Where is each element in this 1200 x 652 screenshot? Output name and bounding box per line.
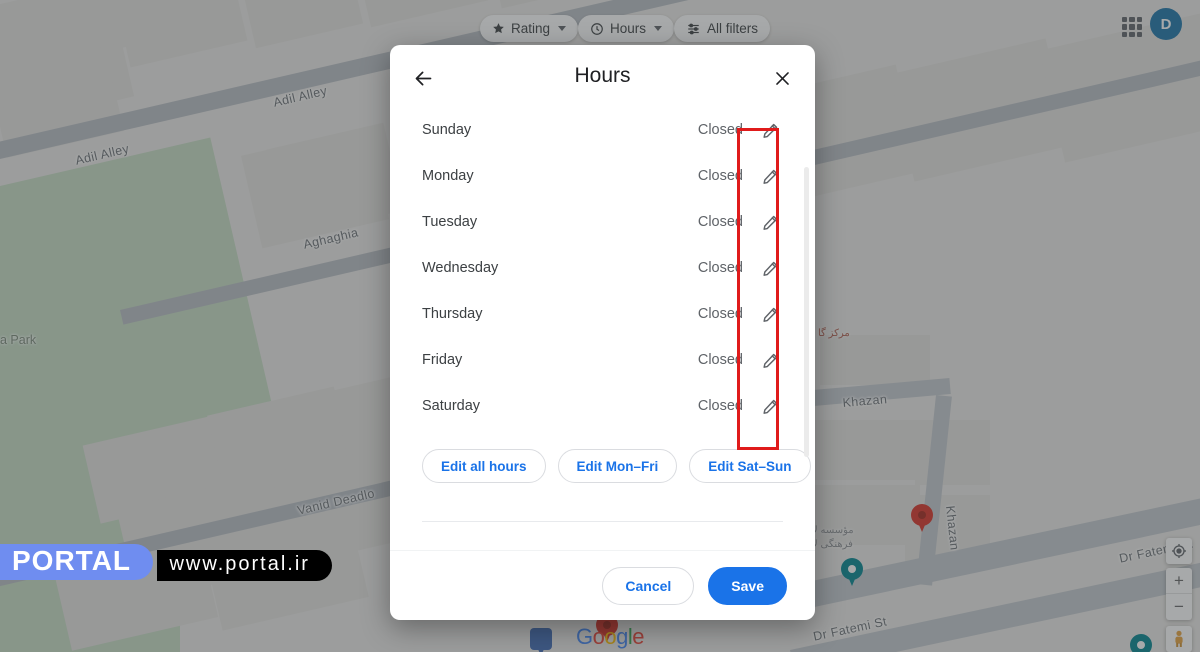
dialog-footer: Cancel Save (390, 550, 815, 620)
dialog-title: Hours (574, 64, 631, 87)
edit-hours-button[interactable] (757, 209, 783, 235)
day-status-label: Closed (697, 352, 743, 368)
hours-day-row: Saturday Closed (422, 383, 783, 429)
divider (422, 521, 783, 522)
day-name-label: Saturday (422, 398, 481, 414)
day-status-label: Closed (697, 214, 743, 230)
watermark-brand: PORTAL (0, 544, 154, 580)
pencil-icon (762, 399, 777, 414)
edit-hours-button[interactable] (757, 393, 783, 419)
close-icon (775, 71, 789, 85)
edit-hours-button[interactable] (757, 301, 783, 327)
quick-edit-buttons: Edit all hours Edit Mon–Fri Edit Sat–Sun (390, 429, 815, 483)
day-status-label: Closed (697, 398, 743, 414)
dialog-header: Hours (390, 45, 815, 107)
day-name-label: Tuesday (422, 214, 478, 230)
day-status-label: Closed (697, 168, 743, 184)
dialog-body[interactable]: Sunday Closed Monday Closed Tuesday Closed Wed… (390, 107, 815, 550)
cancel-button[interactable]: Cancel (602, 566, 695, 605)
watermark-url: www.portal.ir (157, 550, 332, 581)
scrollbar[interactable] (804, 167, 809, 457)
hours-day-row: Thursday Closed (422, 291, 783, 337)
google-maps-app: Adil Alley Adil Alley Aghaghia Vanid Dea… (0, 0, 1200, 652)
quick-edit-button[interactable]: Edit Mon–Fri (557, 449, 678, 483)
day-name-label: Thursday (422, 306, 483, 322)
hours-day-row: Tuesday Closed (422, 199, 783, 245)
pencil-icon (762, 123, 777, 138)
hours-day-row: Friday Closed (422, 337, 783, 383)
hours-day-row: Monday Closed (422, 153, 783, 199)
pencil-icon (762, 169, 777, 184)
pencil-icon (762, 261, 777, 276)
pencil-icon (762, 353, 777, 368)
save-button[interactable]: Save (708, 566, 787, 605)
edit-hours-button[interactable] (757, 255, 783, 281)
close-button[interactable] (765, 61, 799, 95)
day-status-label: Closed (697, 260, 743, 276)
quick-edit-button[interactable]: Edit all hours (422, 449, 546, 483)
day-status-label: Closed (697, 122, 743, 138)
back-button[interactable] (406, 61, 440, 95)
day-status-label: Closed (697, 306, 743, 322)
back-arrow-icon (415, 71, 431, 85)
pencil-icon (762, 215, 777, 230)
day-name-label: Friday (422, 352, 463, 368)
hours-dialog: Hours Sunday Closed Monday Closed Tuesday Clo… (390, 45, 815, 620)
quick-edit-button[interactable]: Edit Sat–Sun (689, 449, 811, 483)
hours-day-list: Sunday Closed Monday Closed Tuesday Closed Wed… (390, 107, 815, 429)
day-name-label: Wednesday (422, 260, 499, 276)
hours-day-row: Wednesday Closed (422, 245, 783, 291)
day-name-label: Sunday (422, 122, 472, 138)
watermark: PORTAL www.portal.ir (0, 544, 332, 581)
edit-hours-button[interactable] (757, 117, 783, 143)
hours-day-row: Sunday Closed (422, 107, 783, 153)
day-name-label: Monday (422, 168, 474, 184)
pencil-icon (762, 307, 777, 322)
edit-hours-button[interactable] (757, 347, 783, 373)
edit-hours-button[interactable] (757, 163, 783, 189)
